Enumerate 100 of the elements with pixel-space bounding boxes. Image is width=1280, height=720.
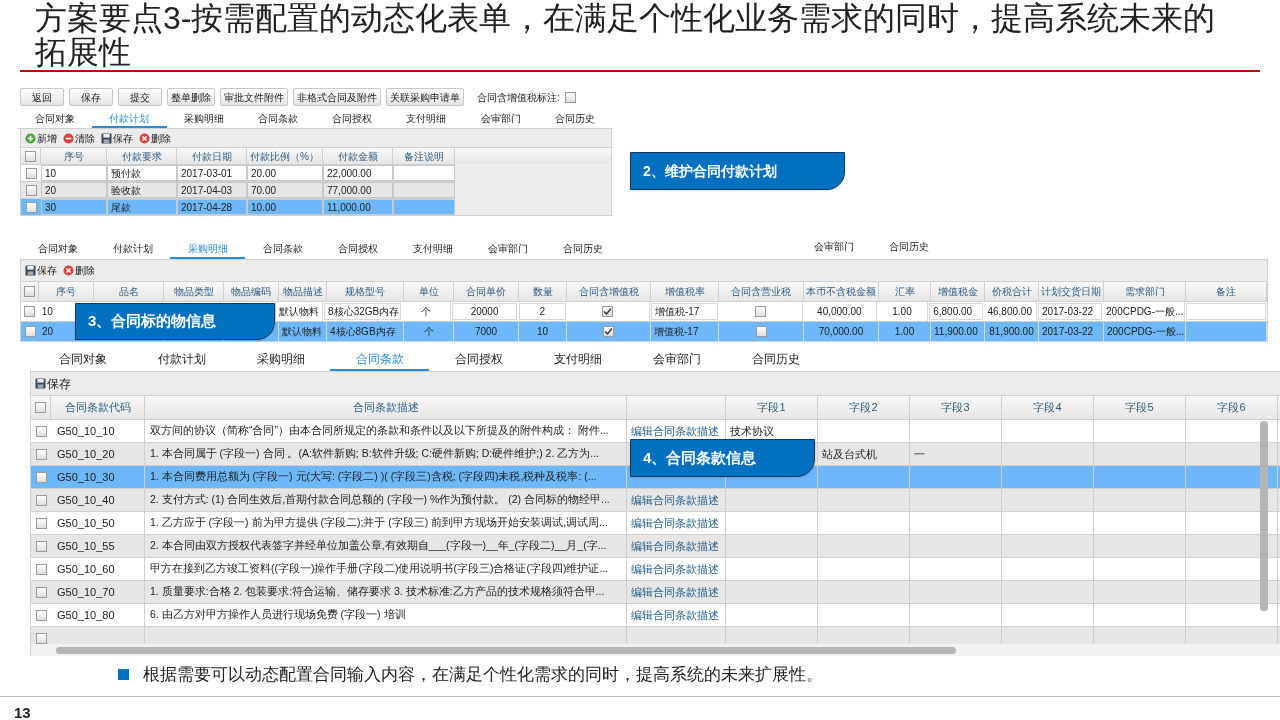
tab[interactable]: 合同对象 [20,239,95,259]
checkbox[interactable] [25,150,36,162]
checkbox[interactable] [35,540,47,552]
checkbox[interactable] [25,167,37,179]
toolbar-button[interactable]: 提交 [118,88,162,106]
tab[interactable]: 会审部门 [627,348,726,371]
toolbar-button[interactable]: 保存 [25,263,57,278]
table-cell: 70,000.00 [804,322,879,341]
toolbar-button[interactable]: 整单删除 [167,88,215,106]
tab[interactable]: 支付明细 [395,239,470,259]
table-cell: 70.00 [247,182,323,198]
checkbox[interactable] [24,286,35,297]
tab[interactable]: 合同对象 [18,111,93,128]
checkbox[interactable] [564,91,576,103]
tab[interactable]: 合同授权 [320,239,395,259]
table-row[interactable]: G50_10_60 甲方在接到乙方竣工资料((字段一)操作手册(字段二)使用说明书(字段三)合格证(字段四)维护证... 编辑合同条款描述 [31,557,1280,580]
toolbar-button[interactable]: 非格式合同及附件 [293,88,381,106]
tab[interactable]: 合同条款 [240,111,315,128]
table-row[interactable]: 30 尾款 2017-04-28 10.00 11,000.00 [21,198,455,215]
checkbox[interactable] [35,586,47,598]
tab[interactable]: 付款计划 [95,239,170,259]
table-row[interactable]: G50_10_30 1. 本合同费用总额为 (字段一) 元(大写: (字段二) )( (字段三)含税; (字段四)未税,税种及税率: (... [31,465,1280,488]
checkbox[interactable] [35,609,47,621]
checkbox[interactable] [35,494,47,506]
tab[interactable]: 支付明细 [389,111,464,128]
tab[interactable]: 合同历史 [545,239,620,259]
toolbar-button[interactable]: 返回 [20,88,64,106]
checkbox[interactable] [25,201,37,213]
tab[interactable]: 采购明细 [166,111,241,128]
table-cell: 20.00 [247,165,323,181]
table-cell [393,182,455,198]
table-row[interactable]: 10 预付款 2017-03-01 20.00 22,000.00 [21,164,455,181]
edit-link[interactable]: 编辑合同条款描述 [631,560,719,578]
tab[interactable]: 合同历史 [871,239,946,259]
tab[interactable]: 合同历史 [726,348,825,371]
table-cell: 20000 [452,303,517,320]
toolbar-button[interactable]: 审批文件附件 [220,88,288,106]
tab[interactable]: 付款计划 [132,348,231,371]
table-row[interactable]: G50_10_10 双方间的协议（简称“合同”）由本合同所规定的条款和条件以及以下所提及的附件构成： 附件... 编辑合同条款描述 技术协议 [31,419,1280,442]
delete-icon [63,265,74,276]
tab[interactable]: 合同历史 [537,111,612,128]
tab[interactable]: 会审部门 [796,239,871,259]
table-cell: 30 [41,199,107,215]
toolbar-button[interactable]: 保存 [69,88,113,106]
toolbar-button[interactable]: 保存 [101,130,133,146]
checkbox[interactable] [25,184,37,196]
checkbox[interactable] [24,326,36,337]
table-cell: 77,000.00 [323,182,393,198]
table-cell: 6,800.00 [929,303,983,320]
toolbar-button[interactable]: 删除 [139,130,171,146]
tab[interactable]: 合同对象 [33,348,132,371]
tab[interactable]: 采购明细 [231,348,330,371]
table-row[interactable]: G50_10_55 2. 本合同由双方授权代表签字并经单位加盖公章,有效期自___(字段一)__年_(字段二)__月_(字... 编辑合同条款描述 [31,534,1280,557]
toolbar-button[interactable]: 新增 [25,130,57,146]
tab[interactable]: 合同授权 [315,111,390,128]
checkbox[interactable] [35,517,47,529]
tab[interactable]: 合同授权 [429,348,528,371]
tab[interactable]: 会审部门 [463,111,538,128]
table-cell-text: 技术协议 [730,423,774,439]
toolbar-button[interactable]: 关联采购申请单 [386,88,464,106]
table-cell: 增值税-17 [651,322,719,341]
checkbox[interactable] [603,326,614,337]
field-label: 合同含增值税标注: [477,90,560,105]
checkbox[interactable] [602,306,614,317]
table-cell: 2017-04-28 [177,199,247,215]
table-cell: 81,900.00 [985,322,1039,341]
edit-link[interactable]: 编辑合同条款描述 [631,537,719,555]
checkbox[interactable] [35,563,47,575]
table-row[interactable]: G50_10_50 1. 乙方应于 (字段一) 前为甲方提供 (字段二);并于 (字段三) 前到甲方现场开始安装调试,调试周... 编辑合同条款描述 [31,511,1280,534]
checkbox[interactable] [35,448,47,460]
toolbar-button[interactable]: 保存 [35,374,71,393]
checkbox[interactable] [35,425,47,437]
delete-icon [139,132,150,144]
tab[interactable]: 支付明细 [528,348,627,371]
edit-link[interactable]: 编辑合同条款描述 [631,583,719,601]
table-row[interactable]: 20 验收款 2017-04-03 70.00 77,000.00 [21,181,455,198]
checkbox[interactable] [35,402,46,413]
toolbar-button[interactable]: 清除 [63,130,95,146]
table-cell: 1.00 [879,322,931,341]
slide-title: 方案要点3-按需配置的动态化表单，在满足个性化业务需求的同时，提高系统未来的拓展性 [35,1,1217,69]
checkbox[interactable] [35,471,47,483]
edit-link[interactable]: 编辑合同条款描述 [631,606,719,624]
checkbox[interactable] [35,632,47,644]
tab[interactable]: 会审部门 [470,239,545,259]
checkbox[interactable] [24,306,36,317]
table-cell: 22,000.00 [323,165,393,181]
edit-link[interactable]: 编辑合同条款描述 [631,514,719,532]
callout-tooltip: 3、合同标的物信息 [75,303,275,340]
table-cell: 200CPDG-一般... [1104,322,1186,341]
edit-link[interactable]: 编辑合同条款描述 [631,422,719,440]
table-row[interactable]: G50_10_40 2. 支付方式: (1) 合同生效后,首期付款合同总额的 (字段一) %作为预付款。 (2) 合同标的物经甲... 编辑合同条款描述 [31,488,1280,511]
tab[interactable]: 合同条款 [245,239,320,259]
edit-link[interactable]: 编辑合同条款描述 [631,491,719,509]
horizontal-scrollbar[interactable] [30,644,1280,656]
table-row[interactable]: G50_10_80 6. 由乙方对甲方操作人员进行现场免费 (字段一) 培训 编辑合同条款描述 [31,603,1280,626]
table-row[interactable]: G50_10_70 1. 质量要求:合格 2. 包装要求:符合运输、储存要求 3. 技术标准:乙方产品的技术规格须符合甲... 编辑合同条款描述 [31,580,1280,603]
toolbar-button[interactable]: 删除 [63,263,95,278]
checkbox[interactable] [754,306,766,317]
checkbox[interactable] [755,326,767,337]
vertical-scrollbar[interactable] [1260,421,1268,611]
